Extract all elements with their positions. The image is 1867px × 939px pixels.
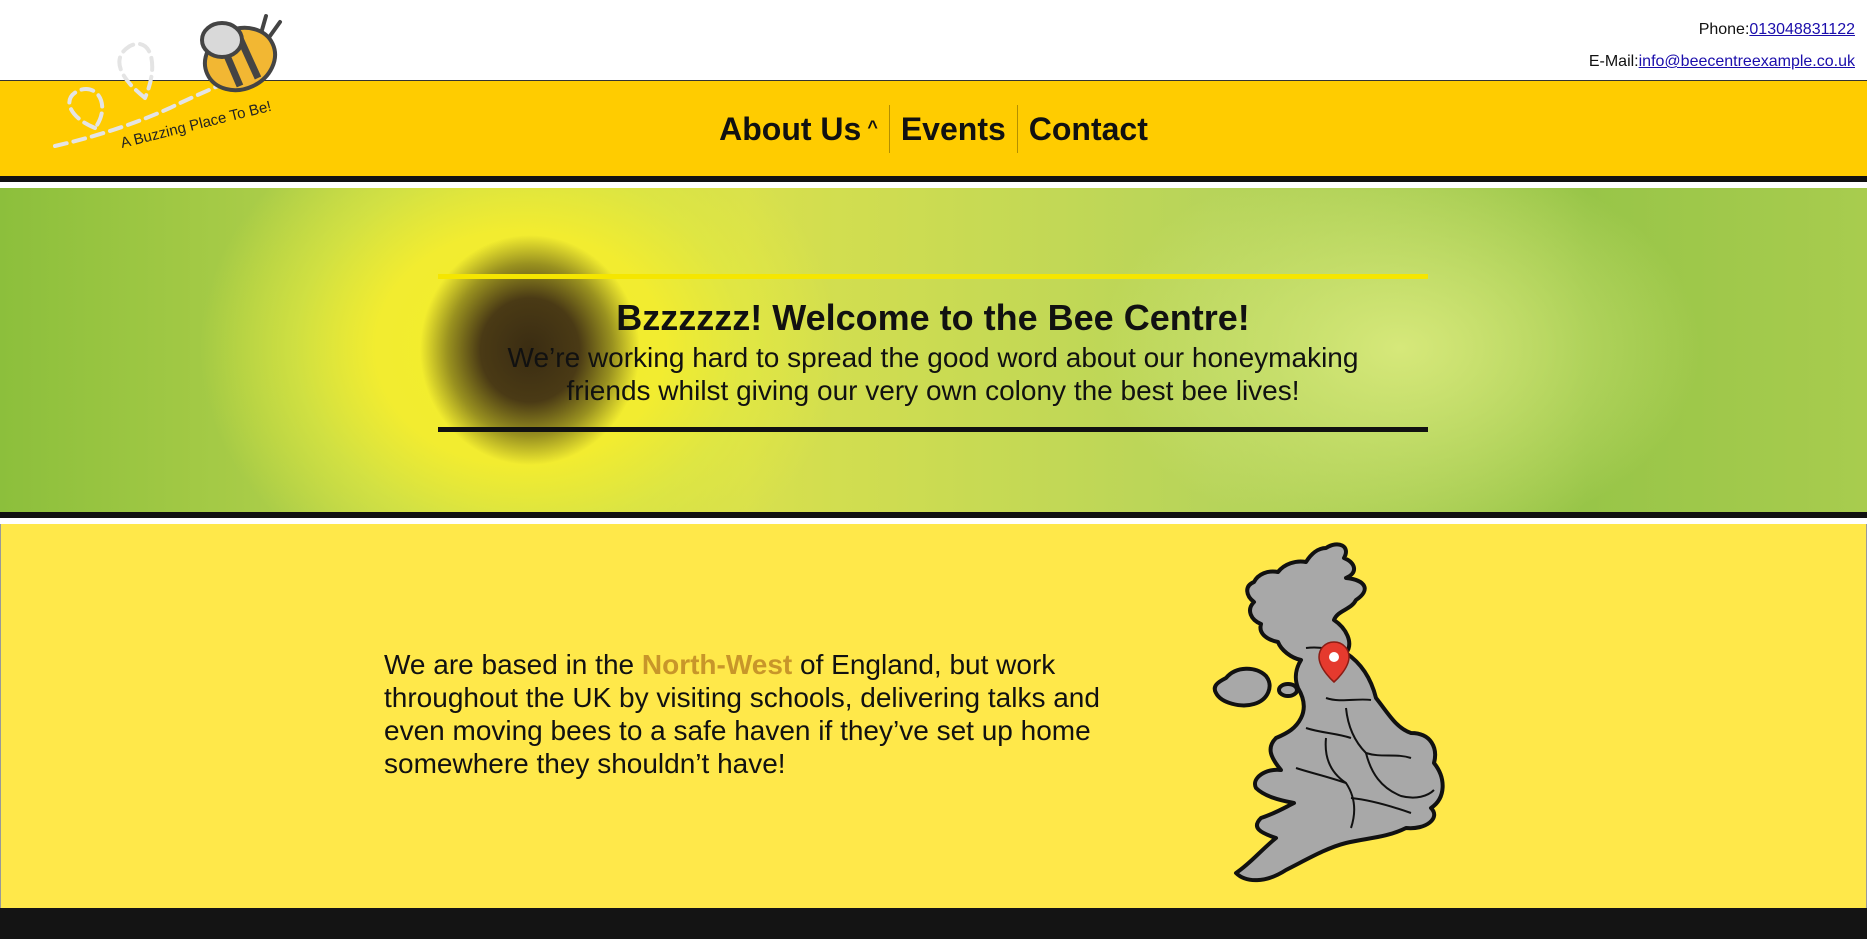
uk-map-icon	[1212, 542, 1445, 883]
hero-title: Bzzzzzz! Welcome to the Bee Centre!	[616, 297, 1250, 338]
contact-info: Phone:013048831122 E-Mail:info@beecentre…	[1589, 14, 1855, 78]
email-label: E-Mail:	[1588, 53, 1639, 70]
phone-link[interactable]: 013048831122	[1749, 21, 1855, 38]
nav-about-us[interactable]: About Us ^	[708, 105, 889, 153]
hero-subtitle: We’re working hard to spread the good wo…	[507, 342, 1359, 406]
logo-tagline: A Buzzing Place To Be!	[119, 98, 273, 152]
nav-contact[interactable]: Contact	[1018, 105, 1159, 153]
hero-box: Bzzzzzz! Welcome to the Bee Centre! We’r…	[438, 274, 1428, 432]
nav-contact-label: Contact	[1028, 111, 1148, 147]
nav-events-label: Events	[900, 111, 1006, 147]
info-text: We are based in the North-West of Englan…	[384, 648, 1144, 780]
hero-banner: Bzzzzzz! Welcome to the Bee Centre! We’r…	[0, 188, 1867, 518]
email-link[interactable]: info@beecentreexample.co.uk	[1639, 53, 1855, 70]
info-text-before: We are based in the	[384, 649, 642, 680]
bee-logo-icon[interactable]: A Buzzing Place To Be!	[50, 8, 300, 158]
info-section: We are based in the North-West of Englan…	[0, 524, 1867, 908]
email-row: E-Mail:info@beecentreexample.co.uk	[1589, 46, 1855, 78]
phone-row: Phone:013048831122	[1589, 14, 1855, 46]
phone-label: Phone:	[1698, 21, 1750, 38]
chevron-up-icon: ^	[867, 117, 878, 137]
nav-events[interactable]: Events	[890, 105, 1017, 153]
nav-about-us-label: About Us	[719, 111, 862, 147]
info-highlight: North-West	[641, 649, 793, 680]
footer	[0, 908, 1867, 939]
